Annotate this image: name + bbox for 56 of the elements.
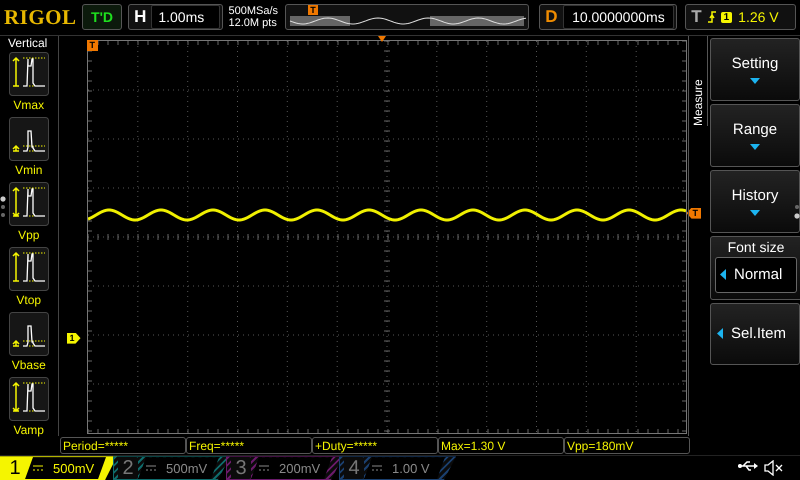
dc-coupling-icon (372, 465, 382, 472)
dc-coupling-icon (146, 465, 156, 472)
caret-icon (750, 210, 760, 216)
trigger-source: 1 (720, 12, 732, 23)
menu-button[interactable]: Setting (710, 38, 800, 101)
dc-coupling-icon (33, 465, 43, 472)
caret-icon (750, 144, 760, 150)
caret-icon (750, 78, 760, 84)
delay-value: 10.0000000ms (562, 5, 674, 30)
dc-coupling-icon (259, 465, 269, 472)
channel-marker: 1 (66, 332, 81, 344)
menu-button[interactable]: Sel.Item (710, 302, 800, 365)
menu-title: Vertical (7, 36, 48, 52)
menu-button[interactable]: History (710, 170, 800, 233)
menu-title: Measure (691, 78, 705, 126)
trigger-label: T (690, 7, 703, 28)
arrow-pulse-icon[interactable] (8, 116, 49, 161)
measure-label: Vmax (13, 98, 44, 112)
page-dots-icon (794, 204, 800, 220)
timebase-value: 1.00ms (151, 5, 220, 30)
option-selector[interactable]: Normal (715, 256, 797, 293)
menu-button[interactable]: Range (710, 104, 800, 167)
measure-label: Vamp (14, 422, 44, 437)
speaker-muted-icon (764, 460, 784, 476)
rising-edge-icon (706, 10, 717, 24)
measurement-readout: Period=***** (60, 436, 186, 454)
measure-label: Vmin (15, 162, 42, 177)
channel-tab[interactable]: 4 1.00 V (339, 456, 456, 480)
option-label: Font size (728, 238, 784, 255)
trigger-status: T'D (82, 4, 122, 30)
page-dots-icon (0, 196, 6, 218)
measurement-readout: Freq=***** (186, 436, 312, 454)
arrow-pulse-icon[interactable] (8, 52, 49, 96)
measure-label: Vtop (16, 292, 42, 307)
trigger-position-icon (378, 36, 386, 42)
double-arrow-pulse-icon[interactable] (8, 376, 49, 421)
measurement-readout: Max=1.30 V (438, 436, 564, 454)
measurement-readout: Vpp=180mV (564, 436, 690, 454)
measure-label: Vpp (18, 228, 40, 242)
double-arrow-pulse-icon[interactable] (8, 182, 49, 226)
caret-icon (717, 328, 723, 340)
trigger-level: 1.26 V (737, 9, 780, 26)
usb-icon (738, 460, 758, 472)
arrow-pulse-icon[interactable] (8, 246, 49, 291)
delay-label: D (544, 7, 559, 28)
brand-logo: RIGOL (4, 4, 76, 30)
trigger-position-marker: T (86, 40, 98, 51)
memory-window-shade (290, 16, 350, 26)
timebase-label: H (133, 7, 148, 28)
trigger-position-marker: T (308, 5, 318, 16)
memory-depth: 12.0M pts (228, 17, 278, 30)
measure-label: Vbase (12, 358, 46, 372)
arrow-pulse-icon[interactable] (8, 312, 49, 356)
measurement-readout: +Duty=***** (312, 436, 438, 454)
sample-rate: 500MSa/s (228, 5, 280, 18)
caret-icon (720, 269, 726, 280)
